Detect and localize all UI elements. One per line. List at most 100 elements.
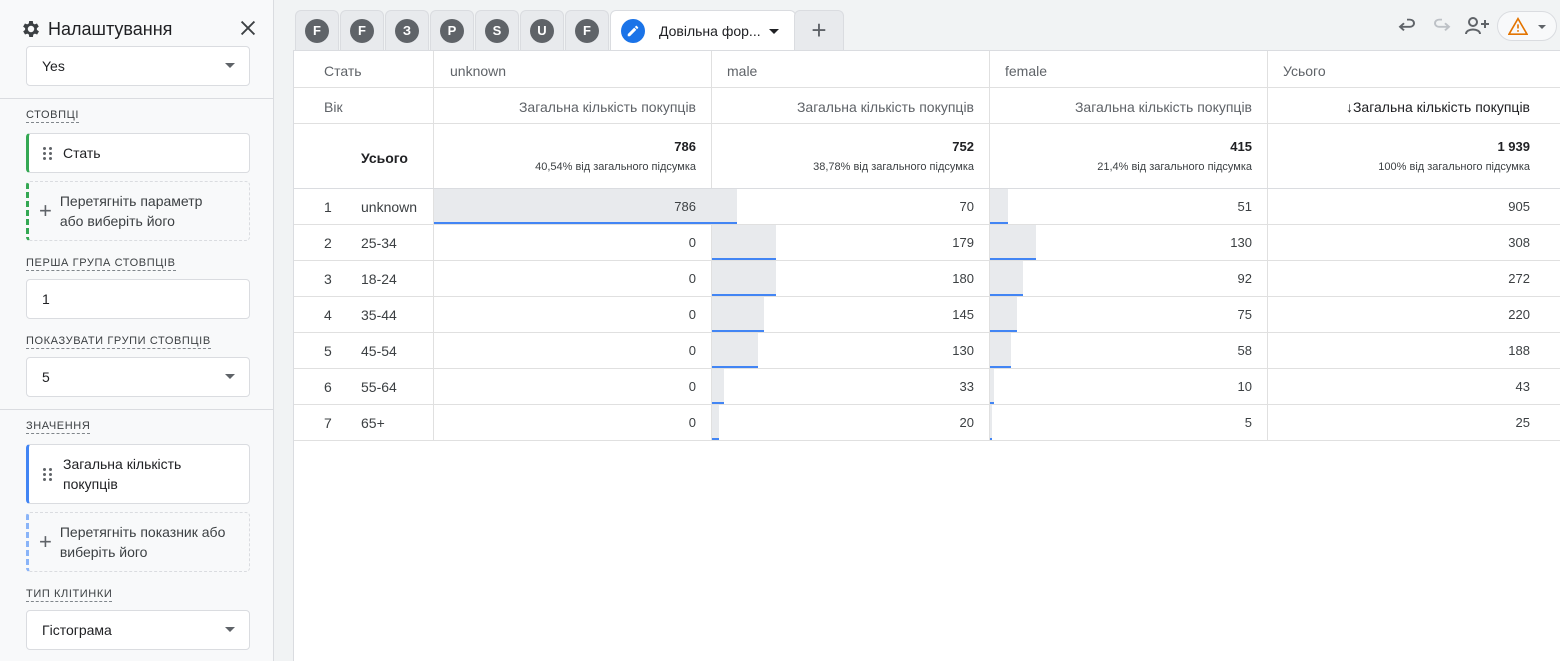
tab-7[interactable]: F [565, 10, 609, 50]
cell-value: 5 [1244, 415, 1252, 430]
metric-header[interactable]: Загальна кількість покупців [712, 99, 974, 115]
metric-header[interactable]: Загальна кількість покупців [434, 99, 696, 115]
tab-avatar: U [530, 18, 554, 43]
row-age-label: unknown [361, 199, 418, 215]
cell-value: 20 [959, 415, 974, 430]
values-section-label: ЗНАЧЕННЯ [26, 420, 91, 434]
close-icon[interactable] [237, 17, 259, 39]
row-index: 5 [324, 343, 332, 359]
cell-value: 25 [1515, 415, 1530, 430]
row-index: 6 [324, 379, 332, 395]
row-index: 3 [324, 271, 332, 287]
cell-value: 145 [952, 307, 974, 322]
cell-value: 786 [674, 199, 696, 214]
cell-value: 180 [952, 271, 974, 286]
cell-value: 58 [1237, 343, 1252, 358]
tab-1[interactable]: F [295, 10, 339, 50]
value-chip-label: Загальна кількість покупців [63, 456, 182, 492]
cell-value: 130 [952, 343, 974, 358]
metric-header[interactable]: Загальна кількість покупців [990, 99, 1252, 115]
column-header-unknown[interactable]: unknown [450, 63, 506, 79]
cell-value: 92 [1237, 271, 1252, 286]
active-tab-label: Довільна фор... [659, 22, 761, 39]
drag-handle-icon[interactable] [43, 146, 53, 160]
cell-type-select[interactable]: Гістограма [26, 610, 250, 650]
cell-value: 0 [688, 307, 696, 322]
drop-dimension-text: Перетягніть параметр або виберіть його [59, 193, 203, 229]
total-value: 752 [952, 139, 974, 154]
metric-header-sorted[interactable]: ↓Загальна кількість покупців [1268, 99, 1530, 115]
cell-value: 51 [1237, 199, 1252, 214]
tab-6[interactable]: U [520, 10, 564, 50]
tab-free-form[interactable]: Довільна фор... [610, 10, 796, 50]
cell-value: 130 [1230, 235, 1252, 250]
drop-metric-text: Перетягніть показник або виберіть його [59, 524, 226, 560]
show-groups-value: 5 [42, 369, 50, 385]
warning-menu[interactable] [1497, 11, 1557, 41]
row-index: 2 [324, 235, 332, 251]
tab-4[interactable]: P [430, 10, 474, 50]
sort-arrow-icon: ↓ [1345, 99, 1353, 115]
cell-value: 10 [1237, 379, 1252, 394]
table-canvas: Стать unknown male female Усього Вік Заг… [293, 50, 1560, 661]
chevron-down-icon[interactable] [769, 29, 779, 34]
column-chip-label: Стать [63, 145, 101, 161]
undo-icon[interactable] [1395, 14, 1419, 38]
cell-value: 75 [1237, 307, 1252, 322]
cell-type-value: Гістограма [42, 622, 112, 638]
row-age-label: 18-24 [361, 271, 397, 287]
column-header-female[interactable]: female [1005, 63, 1047, 79]
cell-value: 0 [688, 271, 696, 286]
top-select[interactable]: Yes [26, 46, 250, 86]
show-groups-select[interactable]: 5 [26, 357, 250, 397]
row-index: 4 [324, 307, 332, 323]
row-age-label: 55-64 [361, 379, 397, 395]
column-header-total[interactable]: Усього [1283, 63, 1326, 79]
tab-2[interactable]: F [340, 10, 384, 50]
tab-5[interactable]: S [475, 10, 519, 50]
cell-value: 0 [688, 235, 696, 250]
tab-avatar: F [575, 18, 599, 43]
chevron-down-icon [225, 374, 235, 379]
plus-icon: + [39, 198, 52, 223]
cell-value: 0 [688, 415, 696, 430]
tab-avatar: S [485, 18, 509, 43]
column-dimension-chip[interactable]: Стать [26, 133, 250, 173]
cell-value: 188 [1508, 343, 1530, 358]
cell-value: 220 [1508, 307, 1530, 322]
tab-bar: F F З P S U F Довільна фор... + [293, 0, 1560, 50]
drag-handle-icon[interactable] [43, 467, 53, 481]
cell-value: 179 [952, 235, 974, 250]
cell-value: 70 [959, 199, 974, 214]
cell-value: 272 [1508, 271, 1530, 286]
total-share: 38,78% від загального підсумка [813, 161, 974, 173]
add-tab-button[interactable]: + [794, 10, 844, 50]
tab-avatar: P [440, 18, 464, 43]
value-metric-chip[interactable]: Загальна кількість покупців [26, 444, 250, 504]
total-value: 1 939 [1497, 139, 1530, 154]
age-header[interactable]: Вік [324, 99, 343, 115]
totals-label: Усього [361, 150, 408, 166]
column-header-male[interactable]: male [727, 63, 757, 79]
plus-icon: + [39, 529, 52, 554]
settings-panel: Налаштування Yes СТОВПЦІ Стать + Перетяг… [0, 0, 274, 661]
row-dimension-header[interactable]: Стать [324, 63, 362, 79]
drop-metric-target[interactable]: + Перетягніть показник або виберіть його [26, 512, 250, 572]
cell-value: 43 [1515, 379, 1530, 394]
tab-3[interactable]: З [385, 10, 429, 50]
cell-value: 33 [959, 379, 974, 394]
row-index: 7 [324, 415, 332, 431]
plus-icon: + [811, 15, 827, 45]
redo-icon[interactable] [1430, 14, 1454, 38]
divider [0, 409, 273, 410]
total-value: 786 [674, 139, 696, 154]
columns-section-label: СТОВПЦІ [26, 109, 79, 123]
gear-icon [23, 21, 39, 37]
chevron-down-icon [225, 627, 235, 632]
cell-value: 0 [688, 343, 696, 358]
share-user-icon[interactable] [1463, 14, 1491, 38]
first-group-input[interactable]: 1 [26, 279, 250, 319]
drop-dimension-target[interactable]: + Перетягніть параметр або виберіть його [26, 181, 250, 241]
cell-type-label: ТИП КЛІТИНКИ [26, 588, 113, 602]
show-groups-label: ПОКАЗУВАТИ ГРУПИ СТОВПЦІВ [26, 335, 211, 349]
